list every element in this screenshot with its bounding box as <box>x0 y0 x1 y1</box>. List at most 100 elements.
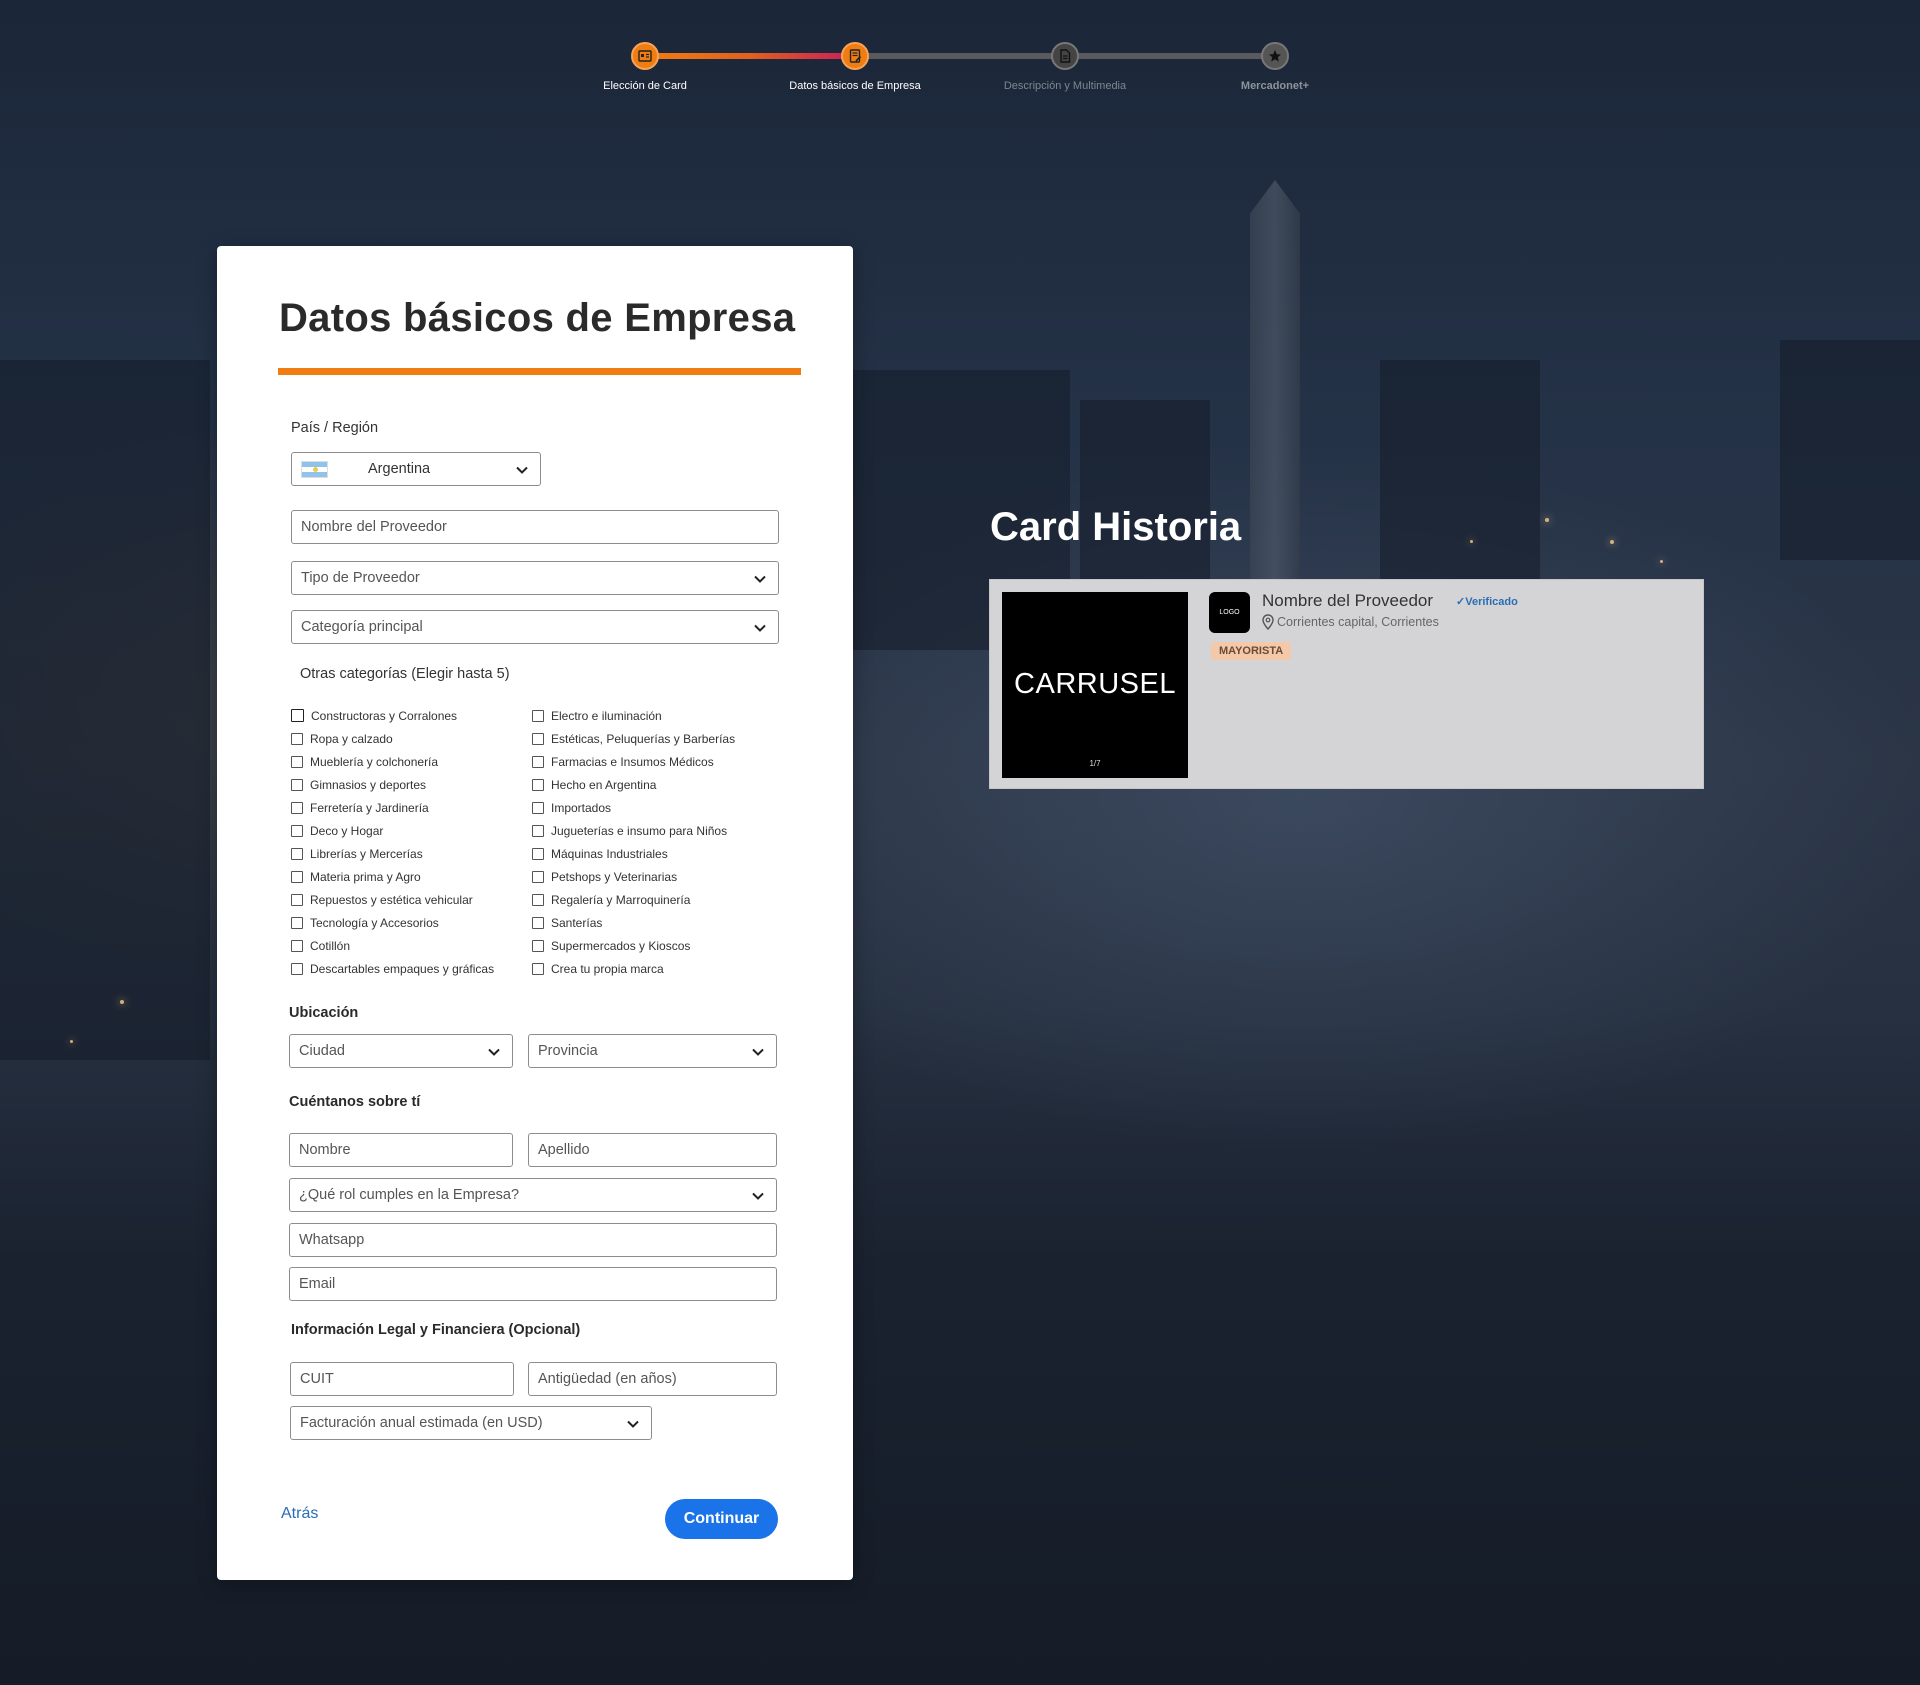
carousel-placeholder[interactable]: CARRUSEL 1/7 <box>1002 592 1188 778</box>
first-name-input[interactable]: Nombre <box>289 1133 513 1167</box>
category-checkbox[interactable]: Ferretería y Jardinería <box>291 796 494 819</box>
category-checkbox[interactable]: Máquinas Industriales <box>532 842 735 865</box>
last-name-input[interactable]: Apellido <box>528 1133 777 1167</box>
checkbox-box[interactable] <box>291 939 303 952</box>
wholesale-badge: MAYORISTA <box>1211 642 1292 660</box>
category-checkbox[interactable]: Ropa y calzado <box>291 727 494 750</box>
category-checkbox[interactable]: Repuestos y estética vehicular <box>291 888 494 911</box>
back-link[interactable]: Atrás <box>281 1505 318 1523</box>
category-checkbox[interactable]: Librerías y Mercerías <box>291 842 494 865</box>
category-checkbox[interactable]: Importados <box>532 796 735 819</box>
category-checkbox[interactable]: Estéticas, Peluquerías y Barberías <box>532 727 735 750</box>
category-checkbox[interactable]: Hecho en Argentina <box>532 773 735 796</box>
checkbox-box[interactable] <box>532 801 544 814</box>
category-label: Mueblería y colchonería <box>310 754 439 769</box>
chevron-down-icon <box>627 1420 639 1428</box>
category-checkbox[interactable]: Santerías <box>532 911 735 934</box>
category-label: Ferretería y Jardinería <box>310 800 429 815</box>
step-mercadonet-plus[interactable]: Mercadonet+ <box>1200 38 1350 92</box>
checkbox-box[interactable] <box>291 893 303 906</box>
checkbox-box[interactable] <box>291 732 303 745</box>
checkbox-box[interactable] <box>532 709 544 722</box>
argentina-flag-icon <box>301 460 328 478</box>
category-label: Farmacias e Insumos Médicos <box>551 754 714 769</box>
provider-type-select[interactable]: Tipo de Proveedor <box>291 561 779 595</box>
checkbox-box[interactable] <box>291 962 303 975</box>
step-label: Datos básicos de Empresa <box>789 80 921 92</box>
chevron-down-icon <box>754 575 766 583</box>
role-select[interactable]: ¿Qué rol cumples en la Empresa? <box>289 1178 777 1212</box>
category-checkbox[interactable]: Farmacias e Insumos Médicos <box>532 750 735 773</box>
seniority-input[interactable]: Antigüedad (en años) <box>528 1362 777 1396</box>
checkbox-box[interactable] <box>532 755 544 768</box>
country-select[interactable]: Argentina <box>291 452 541 486</box>
category-checkbox[interactable]: Electro e iluminación <box>532 704 735 727</box>
category-checkbox[interactable]: Petshops y Veterinarias <box>532 865 735 888</box>
checkbox-box[interactable] <box>532 870 544 883</box>
checkbox-box[interactable] <box>532 847 544 860</box>
main-category-select[interactable]: Categoría principal <box>291 610 779 644</box>
chevron-down-icon <box>752 1048 764 1056</box>
category-checkbox[interactable]: Regalería y Marroquinería <box>532 888 735 911</box>
about-you-label: Cuéntanos sobre tí <box>289 1094 421 1110</box>
checkbox-box[interactable] <box>291 847 303 860</box>
category-checkbox[interactable]: Tecnología y Accesorios <box>291 911 494 934</box>
category-checkbox[interactable]: Constructoras y Corralones <box>291 704 494 727</box>
cuit-placeholder: CUIT <box>300 1371 334 1387</box>
checkbox-box[interactable] <box>291 870 303 883</box>
step-label: Elección de Card <box>603 80 687 92</box>
verified-label: Verificado <box>1465 596 1518 608</box>
step-card-selection[interactable]: Elección de Card <box>570 38 720 92</box>
whatsapp-placeholder: Whatsapp <box>299 1232 365 1248</box>
email-input[interactable]: Email <box>289 1267 777 1301</box>
step-label: Mercadonet+ <box>1240 80 1310 92</box>
checkbox-box[interactable] <box>291 755 303 768</box>
category-checkbox[interactable]: Jugueterías e insumo para Niños <box>532 819 735 842</box>
checkbox-box[interactable] <box>291 824 303 837</box>
logo-placeholder: LOGO <box>1209 592 1250 633</box>
category-checkbox[interactable]: Cotillón <box>291 934 494 957</box>
checkbox-box[interactable] <box>532 732 544 745</box>
category-checkbox[interactable]: Crea tu propia marca <box>532 957 735 980</box>
checkbox-box[interactable] <box>532 778 544 791</box>
star-icon <box>1261 42 1289 70</box>
annual-revenue-select[interactable]: Facturación anual estimada (en USD) <box>290 1406 652 1440</box>
category-checkbox[interactable]: Descartables empaques y gráficas <box>291 957 494 980</box>
city-select[interactable]: Ciudad <box>289 1034 513 1068</box>
category-checkbox[interactable]: Supermercados y Kioscos <box>532 934 735 957</box>
category-label: Constructoras y Corralones <box>311 708 458 723</box>
province-select[interactable]: Provincia <box>528 1034 777 1068</box>
checkbox-box[interactable] <box>532 824 544 837</box>
cuit-input[interactable]: CUIT <box>290 1362 514 1396</box>
checkbox-box[interactable] <box>532 939 544 952</box>
whatsapp-input[interactable]: Whatsapp <box>289 1223 777 1257</box>
step-label: Descripción y Multimedia <box>1003 80 1127 92</box>
category-label: Gimnasios y deportes <box>310 777 427 792</box>
provider-name-input[interactable]: Nombre del Proveedor <box>291 510 779 544</box>
categories-right-column: Electro e iluminación Estéticas, Peluquer… <box>532 704 735 980</box>
checkbox-box[interactable] <box>291 916 303 929</box>
category-label: Repuestos y estética vehicular <box>310 892 473 907</box>
checkbox-box[interactable] <box>532 962 544 975</box>
category-label: Materia prima y Agro <box>310 869 421 884</box>
category-checkbox[interactable]: Materia prima y Agro <box>291 865 494 888</box>
step-company-data[interactable]: Datos básicos de Empresa <box>780 38 930 92</box>
category-checkbox[interactable]: Deco y Hogar <box>291 819 494 842</box>
continue-button[interactable]: Continuar <box>665 1499 778 1539</box>
checkbox-box[interactable] <box>291 709 304 722</box>
card-preview: CARRUSEL 1/7 LOGO Nombre del Proveedor ✓… <box>989 579 1704 789</box>
categories-left-column: Constructoras y Corralones Ropa y calzado… <box>291 704 494 980</box>
annual-revenue-placeholder: Facturación anual estimada (en USD) <box>300 1415 543 1431</box>
checkbox-box[interactable] <box>532 916 544 929</box>
category-checkbox[interactable]: Gimnasios y deportes <box>291 773 494 796</box>
category-label: Electro e iluminación <box>551 708 662 723</box>
checkbox-box[interactable] <box>532 893 544 906</box>
category-label: Tecnología y Accesorios <box>310 915 439 930</box>
checkbox-box[interactable] <box>291 778 303 791</box>
category-checkbox[interactable]: Mueblería y colchonería <box>291 750 494 773</box>
step-description-multimedia[interactable]: Descripción y Multimedia <box>990 38 1140 92</box>
carousel-counter: 1/7 <box>1089 759 1101 768</box>
country-label: País / Región <box>291 420 379 436</box>
provider-name-placeholder: Nombre del Proveedor <box>301 519 447 535</box>
checkbox-box[interactable] <box>291 801 303 814</box>
